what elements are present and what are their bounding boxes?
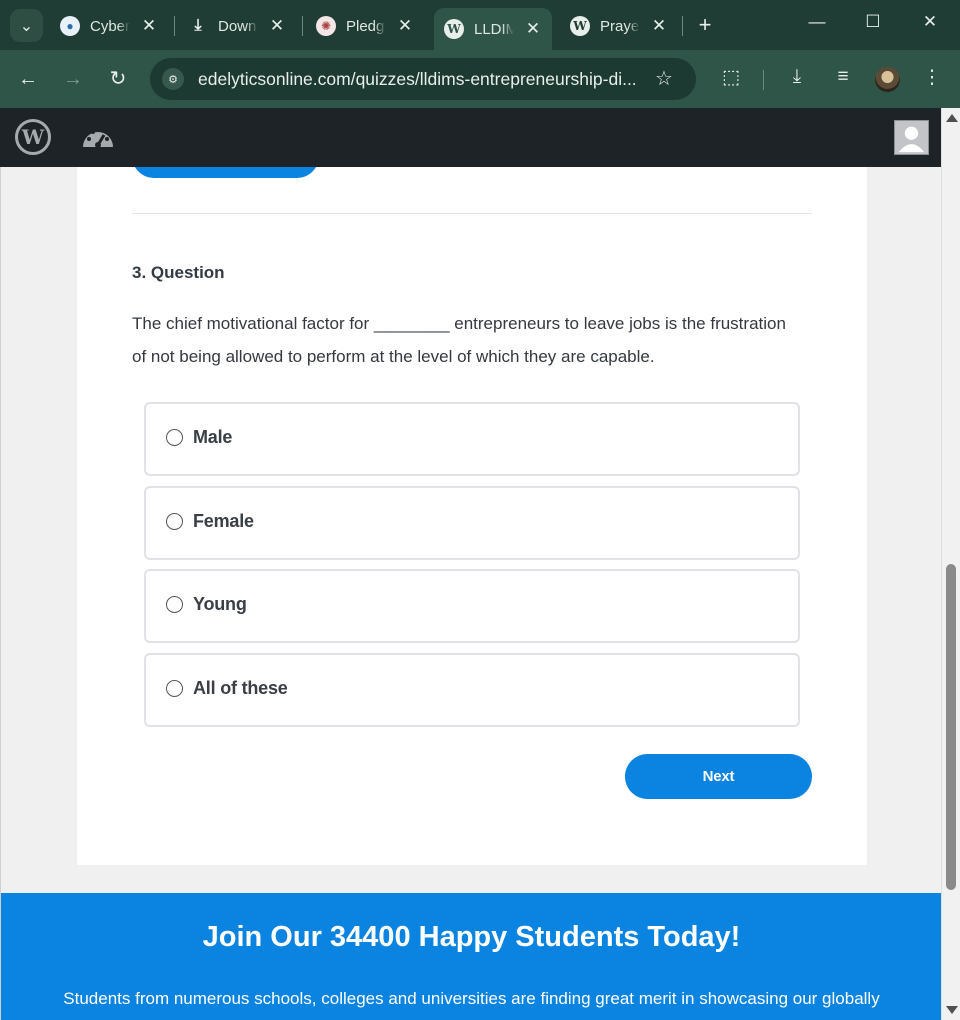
page-content: 3. Question The chief motivational facto… (0, 167, 941, 1020)
toolbar-separator (763, 70, 764, 90)
url-text[interactable]: edelyticsonline.com/quizzes/lldims-entre… (198, 69, 643, 90)
tab-separator (302, 16, 303, 36)
extensions-icon[interactable]: ⬚ (718, 66, 744, 89)
tab-cyber[interactable]: ● Cyber ✕ (60, 8, 158, 44)
forward-icon[interactable]: → (60, 66, 86, 92)
question-divider (132, 213, 812, 214)
wordpress-logo-icon[interactable]: W (15, 119, 51, 155)
next-button[interactable]: Next (625, 754, 812, 799)
answer-label: Young (193, 594, 247, 614)
address-bar[interactable]: ⚙ edelyticsonline.com/quizzes/lldims-ent… (150, 58, 696, 100)
radio-button[interactable] (166, 513, 183, 530)
back-icon[interactable]: ← (15, 66, 41, 92)
tab-downloads[interactable]: ⤓ Down ✕ (188, 8, 286, 44)
question-title: 3. Question (132, 263, 225, 282)
downloads-icon[interactable]: ⤓ (784, 66, 810, 88)
wordpress-icon: W (444, 19, 464, 39)
radio-button[interactable] (166, 429, 183, 446)
radio-button[interactable] (166, 680, 183, 697)
reload-icon[interactable]: ↻ (105, 66, 131, 92)
answer-option[interactable]: Female (144, 486, 800, 560)
scroll-down-arrow-icon[interactable] (946, 1006, 958, 1014)
tab-search-button[interactable]: ⌄ (10, 9, 43, 42)
minimize-icon[interactable]: — (806, 12, 828, 32)
tab-lldim[interactable]: W LLDIM ✕ (434, 8, 552, 50)
answer-option[interactable]: All of these (144, 653, 800, 727)
tab-label: Praye (600, 17, 640, 35)
previous-button[interactable] (132, 167, 319, 178)
tab-label: LLDIM (474, 20, 514, 38)
cta-title: Join Our 34400 Happy Students Today! (202, 921, 741, 953)
close-icon[interactable]: ✕ (396, 16, 414, 36)
cta-banner: Join Our 34400 Happy Students Today! Stu… (1, 893, 941, 1020)
answer-option[interactable]: Male (144, 402, 800, 476)
tab-strip: ⌄ ● Cyber ✕ ⤓ Down ✕ ✺ Pledg ✕ W LLDIM ✕… (0, 0, 960, 50)
download-icon: ⤓ (194, 17, 202, 34)
tab-label: Down (218, 17, 257, 35)
scroll-up-arrow-icon[interactable] (946, 114, 958, 122)
media-controls-icon[interactable]: ≡ (830, 66, 856, 88)
bookmark-star-icon[interactable]: ☆ (655, 66, 673, 91)
window-close-icon[interactable]: ✕ (919, 12, 941, 32)
wordpress-icon: W (570, 16, 590, 36)
close-icon[interactable]: ✕ (140, 16, 158, 36)
answer-option[interactable]: Young (144, 569, 800, 643)
tab-separator (174, 16, 175, 36)
close-icon[interactable]: ✕ (524, 19, 542, 39)
user-icon (898, 126, 925, 153)
wp-admin-bar: W (0, 108, 960, 167)
close-icon[interactable]: ✕ (650, 16, 668, 36)
page-scrollbar[interactable] (941, 108, 960, 1020)
tab-label: Cyber (90, 17, 130, 35)
tab-separator (682, 16, 683, 36)
browser-toolbar: ← → ↻ ⚙ edelyticsonline.com/quizzes/lldi… (0, 50, 960, 108)
answer-label: All of these (193, 678, 288, 698)
more-menu-icon[interactable]: ⋮ (919, 66, 945, 89)
pledge-favicon: ✺ (316, 16, 336, 36)
question-text: The chief motivational factor for ______… (132, 314, 786, 366)
dashboard-gauge-icon[interactable] (80, 121, 116, 157)
tab-pledge[interactable]: ✺ Pledg ✕ (316, 8, 414, 44)
maximize-icon[interactable]: ☐ (862, 12, 884, 32)
answer-label: Female (193, 511, 254, 531)
chevron-down-icon: ⌄ (19, 17, 34, 35)
answer-label: Male (193, 427, 233, 447)
cta-text: Students from numerous schools, colleges… (63, 989, 880, 1008)
cyber-favicon: ● (60, 16, 80, 36)
close-icon[interactable]: ✕ (268, 16, 286, 36)
profile-avatar[interactable] (875, 67, 900, 92)
site-settings-icon[interactable]: ⚙ (162, 68, 184, 90)
user-avatar[interactable] (894, 120, 929, 155)
tab-prayer[interactable]: W Praye ✕ (570, 8, 668, 44)
scrollbar-thumb[interactable] (946, 564, 956, 890)
radio-button[interactable] (166, 596, 183, 613)
new-tab-button[interactable]: + (694, 12, 716, 38)
tab-label: Pledg (346, 17, 385, 35)
